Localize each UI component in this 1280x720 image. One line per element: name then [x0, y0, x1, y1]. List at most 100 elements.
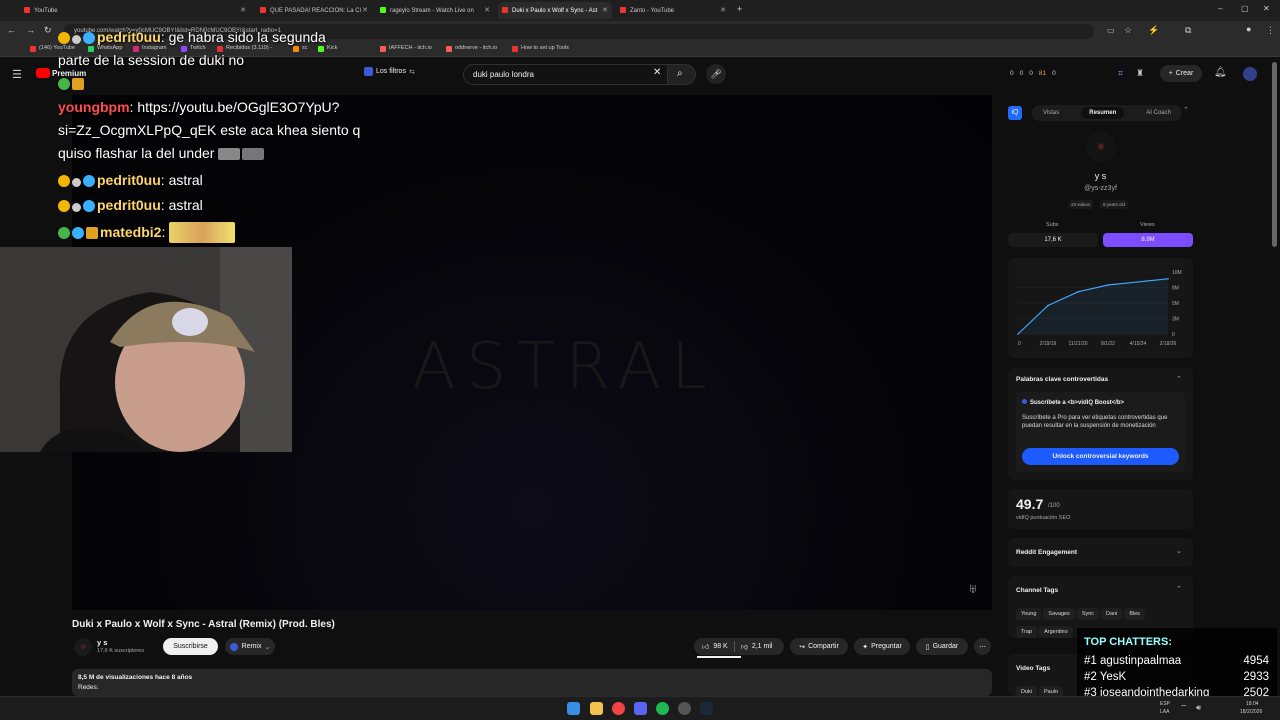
- close-tab-icon[interactable]: ✕: [484, 6, 490, 14]
- close-tab-icon[interactable]: ✕: [720, 6, 726, 14]
- chrome-icon[interactable]: [612, 702, 625, 715]
- reload-icon[interactable]: ↻: [44, 25, 52, 36]
- bookmark-item[interactable]: IAFFECH - itch.io: [380, 45, 432, 52]
- subs-value[interactable]: 17,6 K: [1008, 233, 1098, 247]
- reddit-engagement-card[interactable]: Reddit Engagement ⌄: [1008, 538, 1193, 567]
- views-value[interactable]: 8.9M: [1103, 233, 1193, 247]
- bookmark-item[interactable]: (146) YouTube: [30, 45, 75, 52]
- vidiq-header-icon[interactable]: ⌗: [1118, 68, 1123, 79]
- youtube-logo-icon[interactable]: [36, 68, 50, 78]
- steam-icon[interactable]: [700, 702, 713, 715]
- discord-icon[interactable]: [634, 702, 647, 715]
- dislike-count[interactable]: 2,1 mil: [752, 643, 773, 650]
- vidiq-logo-icon[interactable]: iQ: [1008, 106, 1022, 120]
- notifications-bell-icon[interactable]: 🔔︎: [1214, 67, 1227, 78]
- badge-icon: [83, 32, 95, 44]
- collapse-chevron-icon[interactable]: ⌃: [1183, 106, 1189, 114]
- chat-username: matedbi2: [100, 224, 162, 240]
- voice-search-button[interactable]: 🎤︎: [706, 64, 726, 84]
- maximize-icon[interactable]: ▢: [1241, 4, 1249, 13]
- youtube-favicon-icon: [24, 7, 30, 13]
- tab-vistas[interactable]: Vistas: [1043, 110, 1059, 116]
- tag[interactable]: Sync: [1076, 608, 1100, 620]
- tag[interactable]: Dani: [1101, 608, 1123, 620]
- tab-ai-coach[interactable]: AI Coach: [1146, 110, 1171, 116]
- collapse-chevron-icon[interactable]: ⌃: [1176, 585, 1182, 593]
- network-icon[interactable]: ⌔: [1180, 703, 1188, 713]
- tag[interactable]: Young: [1016, 608, 1042, 620]
- file-explorer-icon[interactable]: [590, 702, 603, 715]
- app-icon[interactable]: [678, 702, 691, 715]
- browser-menu-icon[interactable]: ⋮: [1266, 25, 1275, 36]
- back-icon[interactable]: ←: [7, 25, 16, 35]
- channel-name[interactable]: y s: [97, 638, 107, 647]
- bookmark-item[interactable]: How to set up Tools: [512, 45, 569, 52]
- browser-tab[interactable]: rageylo Stream - Watch Live on ✕: [376, 2, 494, 19]
- dislike-icon[interactable]: 👎︎: [741, 642, 748, 651]
- windows-start-icon[interactable]: [567, 702, 580, 715]
- share-button[interactable]: ↪ Compartir: [790, 638, 848, 655]
- chat-message-continuation: si=Zz_OcgmXLPpQ_qEK este aca khea siento…: [58, 122, 360, 138]
- profile-avatar-icon[interactable]: ●: [1246, 24, 1251, 34]
- forward-icon[interactable]: →: [26, 25, 35, 35]
- tab-resumen[interactable]: Resumen: [1081, 107, 1125, 119]
- hamburger-menu-icon[interactable]: ☰: [12, 68, 22, 81]
- bookmark-item[interactable]: oddnerve - itch.io: [446, 45, 497, 52]
- close-tab-icon[interactable]: ✕: [362, 6, 368, 14]
- like-count[interactable]: 98 K: [713, 643, 727, 650]
- close-tab-icon[interactable]: ✕: [240, 6, 246, 14]
- clock-date[interactable]: 18/2/2026: [1240, 709, 1262, 715]
- channel-avatar[interactable]: ♅: [74, 638, 92, 656]
- save-button[interactable]: ▯ Guardar: [916, 638, 968, 655]
- like-icon[interactable]: 👍︎: [702, 642, 709, 651]
- bookmark-item[interactable]: Twitch: [181, 45, 206, 52]
- extension-icon[interactable]: ⚡: [1148, 25, 1159, 36]
- language-indicator-secondary[interactable]: LAA: [1160, 709, 1169, 715]
- collapse-chevron-icon[interactable]: ⌃: [1176, 375, 1182, 383]
- clock-time[interactable]: 18:04: [1246, 701, 1259, 707]
- close-window-icon[interactable]: ✕: [1263, 4, 1270, 13]
- minimize-icon[interactable]: –: [1218, 4, 1222, 13]
- bookmark-item[interactable]: Kick: [318, 45, 337, 52]
- bookmark-item[interactable]: sc: [293, 45, 308, 52]
- clear-search-icon[interactable]: ✕: [653, 67, 661, 78]
- filters-button[interactable]: Los filtros ⇆: [364, 67, 415, 76]
- leaderboard-icon[interactable]: ♜: [1136, 68, 1144, 79]
- chat-message-continuation: quiso flashar la del under: [58, 145, 266, 161]
- remix-button[interactable]: Remix ⌄: [225, 638, 275, 655]
- spotify-icon[interactable]: [656, 702, 669, 715]
- chart-x-tick-label: 0: [1018, 341, 1021, 347]
- account-avatar[interactable]: [1243, 67, 1257, 81]
- search-input[interactable]: duki paulo londra: [463, 64, 668, 85]
- bookmark-item[interactable]: Recibidos (3.119) -: [217, 45, 272, 52]
- tag[interactable]: Savages: [1043, 608, 1075, 620]
- chat-text: quiso flashar la del under: [58, 145, 215, 161]
- video-description-box[interactable]: 8,5 M de visualizaciones hace 8 años Red…: [72, 669, 992, 696]
- more-actions-button[interactable]: ⋯: [974, 638, 991, 655]
- page-scrollbar[interactable]: [1272, 62, 1277, 247]
- new-tab-icon[interactable]: +: [737, 4, 742, 14]
- create-button[interactable]: + Crear: [1160, 65, 1202, 82]
- ask-button[interactable]: ✦ Preguntar: [854, 638, 910, 655]
- browser-tab[interactable]: YouTube ✕: [20, 2, 250, 19]
- tag[interactable]: Bles: [1124, 608, 1146, 620]
- browser-tab-active[interactable]: Duki x Paulo x Wolf x Sync - Ast ✕: [498, 2, 612, 19]
- language-indicator[interactable]: ESP: [1160, 701, 1170, 707]
- more-icon: ⋯: [979, 643, 986, 651]
- bookmark-star-icon[interactable]: ☆: [1124, 25, 1132, 36]
- unlock-keywords-button[interactable]: Unlock controversial keywords: [1022, 448, 1179, 465]
- chevron-down-icon[interactable]: ⌄: [1176, 547, 1182, 555]
- close-tab-icon[interactable]: ✕: [602, 6, 608, 14]
- browser-tab[interactable]: QUE PASADA! REACCION: La Cl ✕: [256, 2, 372, 19]
- cast-icon[interactable]: ▭: [1107, 26, 1115, 35]
- subscribe-button[interactable]: Suscribirse: [163, 638, 218, 655]
- tag[interactable]: Trap: [1016, 626, 1038, 638]
- search-button[interactable]: ⌕: [668, 64, 696, 85]
- browser-tab[interactable]: Zanto - YouTube ✕: [616, 2, 730, 19]
- bookmark-item[interactable]: Instagram: [133, 45, 166, 52]
- channel-watermark-icon[interactable]: ♅: [968, 581, 978, 596]
- tag[interactable]: Argentino: [1039, 626, 1073, 638]
- volume-icon[interactable]: 🔊︎: [1196, 703, 1201, 713]
- bookmark-item[interactable]: WhatsApp: [88, 45, 122, 52]
- extensions-puzzle-icon[interactable]: ⧉: [1185, 25, 1191, 36]
